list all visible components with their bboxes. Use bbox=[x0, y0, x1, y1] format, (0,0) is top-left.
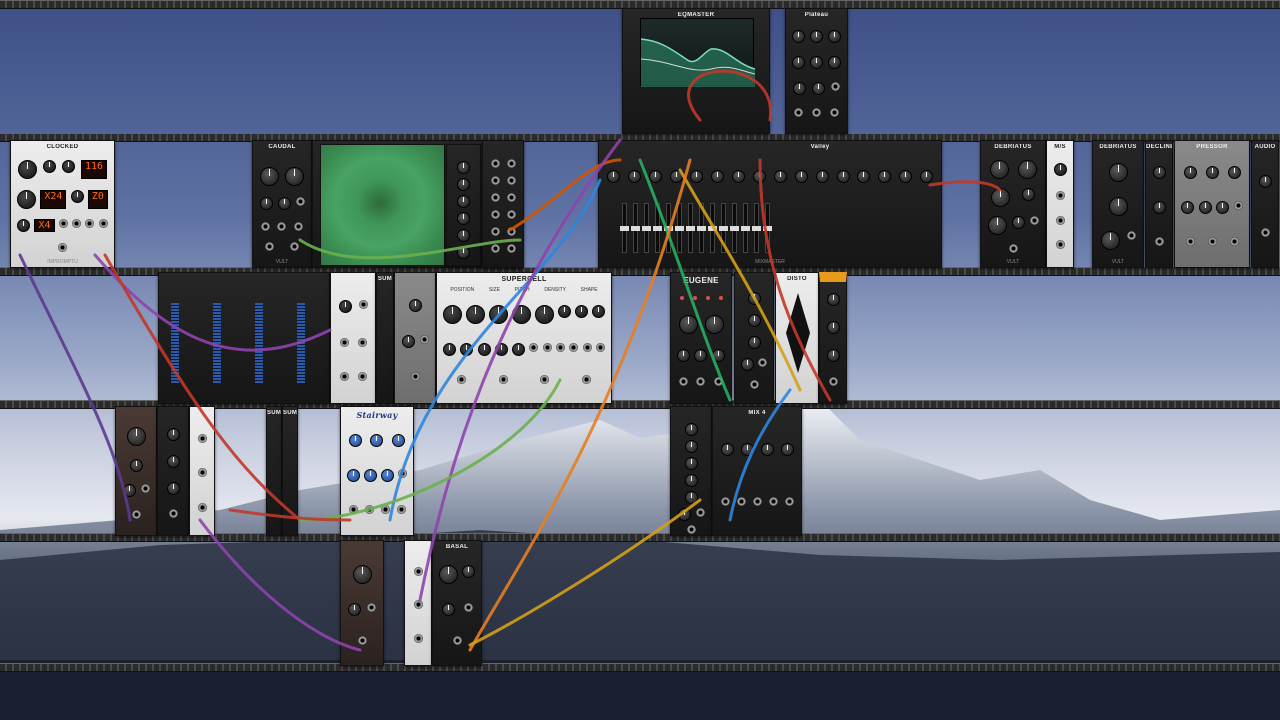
patch-cable bbox=[298, 238, 522, 260]
patch-cable bbox=[758, 158, 832, 402]
patch-cable bbox=[928, 180, 1002, 192]
patch-cable bbox=[298, 378, 562, 522]
patch-cable bbox=[18, 253, 132, 522]
patch-cables bbox=[18, 69, 1002, 652]
patch-cable bbox=[418, 138, 622, 602]
patch-cable bbox=[468, 158, 692, 652]
patch-cable bbox=[687, 69, 772, 122]
patch-cable bbox=[468, 498, 702, 647]
patch-cable bbox=[678, 168, 802, 392]
patch-cable bbox=[93, 253, 332, 352]
patch-cable bbox=[728, 388, 792, 522]
rack-canvas[interactable]: EQMASTER Plateau CLOCKED 116 X24 Z0 X4 I… bbox=[0, 0, 1280, 720]
patch-cable bbox=[198, 518, 362, 652]
